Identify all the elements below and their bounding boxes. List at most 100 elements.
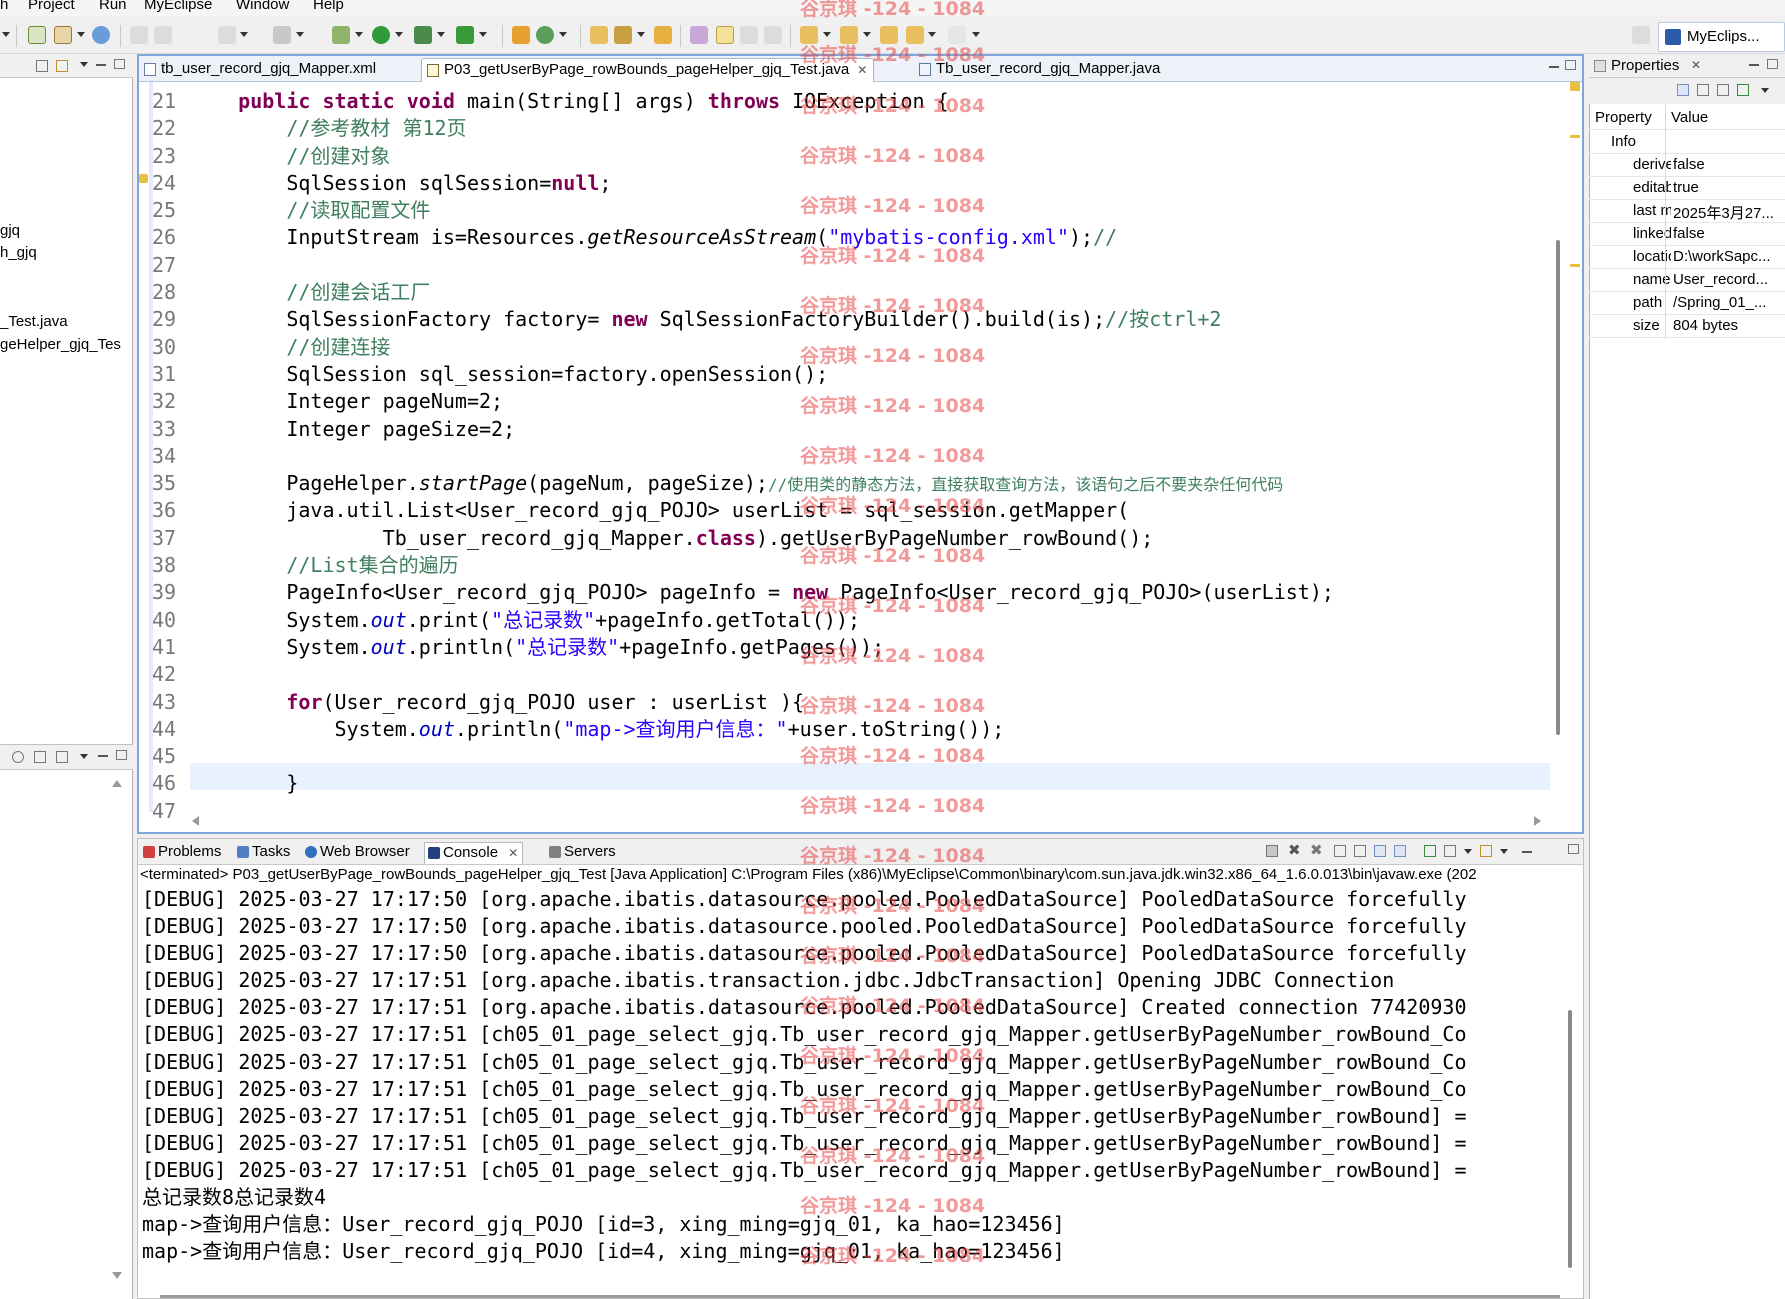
new-web-project-icon[interactable] [54,26,72,44]
tab-servers[interactable]: Servers [546,842,620,864]
menu-myeclipse[interactable]: MyEclipse [144,0,212,13]
view-menu-icon[interactable] [80,754,88,759]
tab-tasks[interactable]: Tasks [234,842,294,864]
display-console-icon[interactable] [1444,845,1456,857]
property-row[interactable]: linked false [1589,223,1785,246]
property-row[interactable]: locationD:\workSapc... [1589,246,1785,269]
new-class-icon[interactable] [512,26,530,44]
scroll-right-icon[interactable] [1534,816,1541,826]
next-annotation-icon[interactable] [800,26,818,44]
property-row[interactable]: derivedfalse [1589,154,1785,177]
dropdown-arrow-icon[interactable] [1464,849,1472,854]
tree-item[interactable]: h_gjq [0,244,37,261]
tab-test-java[interactable]: P03_getUserByPage_rowBounds_pageHelper_g… [421,58,875,82]
tab-problems[interactable]: Problems [140,842,225,864]
tab-mapper-java[interactable]: Tb_user_record_gjq_Mapper.java [914,58,1166,82]
tab-mapper-xml[interactable]: tb_user_record_gjq_Mapper.xml [139,58,382,82]
link-editor-icon[interactable] [56,60,68,72]
dropdown-arrow-icon[interactable] [637,32,645,37]
dropdown-arrow-icon[interactable] [928,32,936,37]
open-type-icon[interactable] [590,26,608,44]
server-icon[interactable] [154,26,172,44]
dropdown-arrow-icon[interactable] [2,32,10,37]
overview-marker[interactable] [1570,264,1580,267]
dropdown-arrow-icon[interactable] [355,32,363,37]
console-horizontal-scrollbar[interactable] [160,1295,1560,1298]
deploy-icon[interactable] [130,26,148,44]
menu-search[interactable]: h [0,0,8,13]
minimize-icon[interactable] [1522,851,1532,853]
dropdown-arrow-icon[interactable] [1500,849,1508,854]
zoom-icon[interactable] [12,751,24,763]
block-selection-icon[interactable] [740,26,758,44]
new-package-icon[interactable] [536,26,554,44]
word-wrap-icon[interactable] [1374,845,1386,857]
run-icon[interactable] [372,26,390,44]
tree-item[interactable]: _Test.java [0,313,68,330]
remove-launch-icon[interactable]: ✖ [1288,841,1301,859]
new-project-icon[interactable] [28,26,46,44]
overview-ruler[interactable] [1562,82,1580,812]
open-folder-icon[interactable] [654,26,672,44]
monitor-icon[interactable] [273,26,291,44]
menu-project[interactable]: Project [28,0,75,13]
external-tools-icon[interactable] [456,26,474,44]
property-row[interactable]: name User_record... [1589,269,1785,292]
advanced-icon[interactable] [1717,84,1729,96]
property-row[interactable]: path/Spring_01_... [1589,292,1785,315]
minimize-icon[interactable] [98,755,108,757]
tab-console[interactable]: Console ✕ [424,842,524,864]
collapse-all-icon[interactable] [36,60,48,72]
annotation-icon[interactable] [690,26,708,44]
menu-window[interactable]: Window [236,0,289,13]
overview-marker[interactable] [1570,135,1580,138]
maximize-icon[interactable] [1568,844,1579,854]
maximize-icon[interactable] [116,750,127,760]
dropdown-arrow-icon[interactable] [437,32,445,37]
globe-icon[interactable] [92,26,110,44]
close-tab-icon[interactable]: ✕ [508,846,518,860]
dropdown-arrow-icon[interactable] [240,32,248,37]
property-row[interactable]: size 804 bytes [1589,315,1785,338]
view-menu-icon[interactable] [1761,88,1769,93]
categories-icon[interactable] [1677,84,1689,96]
scroll-lock-icon[interactable] [1354,845,1366,857]
debug-icon[interactable] [332,26,350,44]
dropdown-arrow-icon[interactable] [823,32,831,37]
toggle-icon[interactable] [34,751,46,763]
dropdown-arrow-icon[interactable] [479,32,487,37]
console-output[interactable]: [DEBUG] 2025-03-27 17:17:50 [org.apache.… [142,886,1562,1265]
dropdown-arrow-icon[interactable] [296,32,304,37]
search-icon[interactable] [614,26,632,44]
editor-scrollbar-thumb[interactable] [1556,240,1560,735]
filter-icon[interactable] [1697,84,1709,96]
menu-run[interactable]: Run [99,0,127,13]
prev-annotation-icon[interactable] [840,26,858,44]
editor-horizontal-scrollbar[interactable] [190,812,1550,830]
open-console-icon[interactable] [1480,845,1492,857]
dropdown-arrow-icon[interactable] [972,32,980,37]
pin-console-icon[interactable] [1424,845,1436,857]
restore-default-icon[interactable] [1737,84,1749,96]
view-menu-icon[interactable] [80,62,88,67]
scroll-left-icon[interactable] [192,816,199,826]
close-tab-icon[interactable]: ✕ [857,63,867,77]
warning-overview-icon[interactable] [1570,82,1580,91]
scroll-up-icon[interactable] [112,780,122,787]
forward-icon[interactable] [948,26,966,44]
mark-occurrences-icon[interactable] [716,26,734,44]
code-editor[interactable]: public static void main(String[] args) t… [190,88,1550,825]
minimize-icon[interactable] [96,64,106,66]
dropdown-arrow-icon[interactable] [395,32,403,37]
dropdown-arrow-icon[interactable] [559,32,567,37]
maximize-icon[interactable] [1565,60,1576,70]
dropdown-arrow-icon[interactable] [863,32,871,37]
minimize-icon[interactable] [1749,64,1759,66]
clear-console-icon[interactable] [1334,845,1346,857]
sort-icon[interactable] [56,751,68,763]
minimize-icon[interactable] [1549,66,1559,68]
back-icon[interactable] [906,26,924,44]
property-row[interactable]: last modified2025年3月27... [1589,200,1785,223]
perspective-switcher[interactable]: MyEclips... [1658,22,1785,52]
show-on-output-icon[interactable] [1394,845,1406,857]
